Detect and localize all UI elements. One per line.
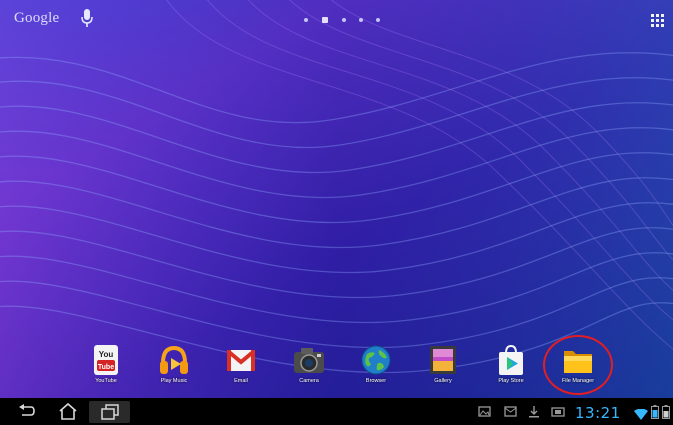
page-dot[interactable]	[342, 18, 346, 22]
page-dot[interactable]	[376, 18, 380, 22]
app-play-store[interactable]: Play Store	[485, 343, 537, 398]
screenshot-notification-icon[interactable]	[478, 405, 491, 423]
app-label: Gallery	[434, 378, 452, 384]
home-screen: Google You Tube YouTube Play Music Email…	[0, 0, 673, 425]
recent-apps-button[interactable]	[101, 404, 119, 425]
usb-icon[interactable]	[551, 405, 565, 423]
microphone-icon[interactable]	[80, 8, 94, 28]
app-email[interactable]: Email	[215, 343, 267, 398]
recent-apps-icon	[101, 404, 119, 420]
home-button[interactable]	[58, 402, 78, 425]
app-camera[interactable]: Camera	[283, 343, 335, 398]
clock[interactable]: 13:21	[575, 404, 621, 422]
all-apps-icon[interactable]	[651, 14, 665, 28]
camera-icon	[294, 348, 324, 373]
app-browser[interactable]: Browser	[350, 343, 402, 398]
app-play-music[interactable]: Play Music	[148, 343, 200, 398]
google-search-label[interactable]: Google	[14, 10, 59, 27]
email-notification-icon[interactable]	[504, 405, 517, 423]
app-dock: You Tube YouTube Play Music Email Camera…	[80, 343, 620, 398]
wifi-icon	[634, 407, 648, 425]
highlight-circle	[543, 335, 613, 395]
gallery-icon	[430, 346, 456, 374]
page-dot[interactable]	[359, 18, 363, 22]
svg-text:Tube: Tube	[98, 364, 114, 371]
battery-icon	[651, 405, 659, 424]
back-icon	[19, 404, 35, 416]
youtube-icon: You Tube	[94, 345, 118, 375]
app-label: Browser	[365, 378, 387, 384]
page-dot-current[interactable]	[322, 17, 328, 23]
battery-icon-secondary	[662, 405, 670, 424]
app-label: Play Music	[160, 378, 188, 384]
globe-icon	[361, 345, 391, 375]
app-label: Camera	[299, 378, 319, 384]
svg-text:You: You	[99, 350, 114, 359]
app-youtube[interactable]: You Tube YouTube	[80, 343, 132, 398]
back-button[interactable]	[18, 403, 36, 425]
download-icon[interactable]	[528, 405, 540, 423]
play-store-icon	[499, 344, 523, 375]
page-dot[interactable]	[304, 18, 308, 22]
gmail-icon	[227, 350, 255, 371]
app-label: Email	[234, 378, 248, 384]
app-gallery[interactable]: Gallery	[417, 343, 469, 398]
app-label: YouTube	[95, 378, 117, 384]
app-label: Play Store	[498, 378, 524, 384]
top-bar: Google	[0, 0, 673, 38]
home-icon	[59, 402, 77, 420]
headphones-icon	[160, 345, 188, 374]
page-indicator	[304, 17, 384, 25]
